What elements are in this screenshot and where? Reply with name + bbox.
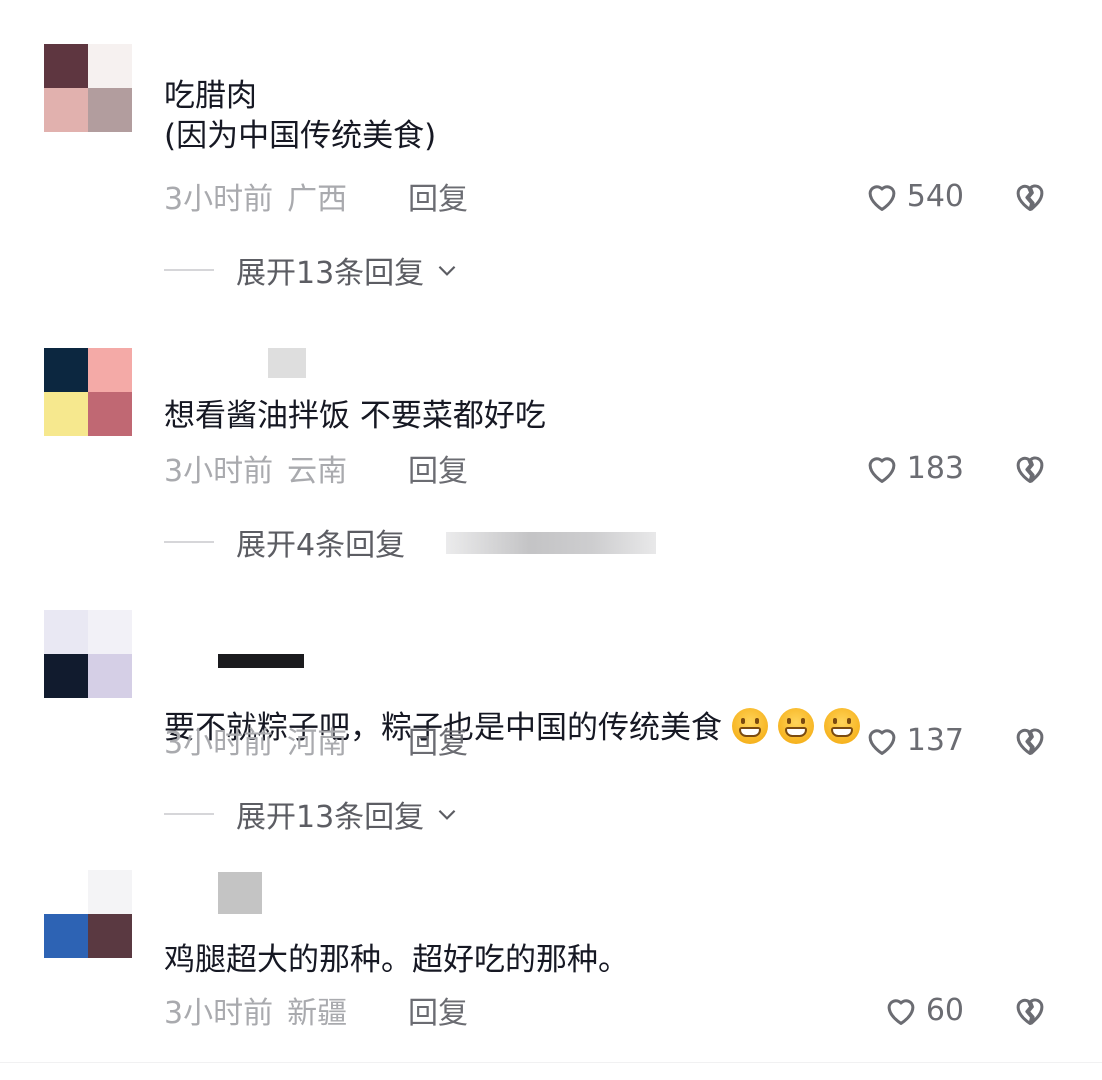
grimace-emoji-icon bbox=[778, 708, 814, 744]
heart-outline-icon bbox=[868, 729, 896, 755]
comment-meta: 3小时前 云南 bbox=[164, 448, 348, 489]
comment-time: 3小时前 bbox=[164, 454, 274, 489]
dislike-button[interactable] bbox=[1010, 990, 1050, 1030]
reply-button[interactable]: 回复 bbox=[408, 448, 468, 489]
like-count: 183 bbox=[906, 450, 964, 486]
grimace-emoji-icon bbox=[732, 708, 768, 744]
expand-label: 展开13条回复 bbox=[236, 800, 425, 835]
reply-button[interactable]: 回复 bbox=[408, 990, 468, 1031]
dislike-button[interactable] bbox=[1010, 176, 1050, 216]
username-redacted bbox=[218, 872, 262, 914]
comment-location: 新疆 bbox=[287, 996, 348, 1031]
comment-location: 河南 bbox=[287, 726, 348, 761]
broken-heart-icon bbox=[1016, 728, 1044, 755]
grimace-emoji-icon bbox=[824, 708, 860, 744]
dislike-button[interactable] bbox=[1010, 720, 1050, 760]
comment-text: 吃腊肉 (因为中国传统美食) bbox=[164, 78, 437, 154]
chevron-down-icon bbox=[438, 809, 456, 820]
comment-location: 广西 bbox=[287, 182, 348, 217]
avatar[interactable] bbox=[44, 870, 132, 958]
comment-time: 3小时前 bbox=[164, 726, 274, 761]
comment-text: 想看酱油拌饭 不要菜都好吃 bbox=[164, 398, 546, 434]
comment-meta: 3小时前 新疆 bbox=[164, 990, 348, 1031]
expand-label: 展开4条回复 bbox=[236, 528, 406, 563]
divider-line bbox=[164, 269, 214, 271]
comment-location: 云南 bbox=[287, 454, 348, 489]
like-button[interactable]: 183 bbox=[863, 448, 964, 488]
comment-time: 3小时前 bbox=[164, 182, 274, 217]
comment-time: 3小时前 bbox=[164, 996, 274, 1031]
heart-outline-icon bbox=[887, 999, 915, 1025]
username-redacted bbox=[218, 654, 304, 668]
broken-heart-icon bbox=[1016, 456, 1044, 483]
expand-label: 展开13条回复 bbox=[236, 256, 425, 291]
like-count: 137 bbox=[906, 722, 964, 758]
redacted-area bbox=[446, 532, 656, 554]
expand-replies[interactable]: 展开4条回复 bbox=[164, 522, 406, 563]
broken-heart-icon bbox=[1016, 184, 1044, 211]
chevron-down-icon bbox=[438, 265, 456, 276]
avatar[interactable] bbox=[44, 44, 132, 132]
comment-meta: 3小时前 广西 bbox=[164, 176, 348, 217]
like-button[interactable]: 137 bbox=[863, 720, 964, 760]
like-button[interactable]: 540 bbox=[863, 176, 964, 216]
comment-text: 鸡腿超大的那种。超好吃的那种。 bbox=[164, 942, 629, 978]
like-button[interactable]: 60 bbox=[882, 990, 964, 1030]
username-redacted bbox=[268, 348, 306, 378]
heart-outline-icon bbox=[868, 185, 896, 211]
divider-line bbox=[164, 813, 214, 815]
avatar[interactable] bbox=[44, 348, 132, 436]
expand-replies[interactable]: 展开13条回复 bbox=[164, 794, 460, 835]
broken-heart-icon bbox=[1016, 998, 1044, 1025]
reply-button[interactable]: 回复 bbox=[408, 720, 468, 761]
dislike-button[interactable] bbox=[1010, 448, 1050, 488]
comment-meta: 3小时前 河南 bbox=[164, 720, 348, 761]
expand-replies[interactable]: 展开13条回复 bbox=[164, 250, 460, 291]
reply-button[interactable]: 回复 bbox=[408, 176, 468, 217]
avatar[interactable] bbox=[44, 610, 132, 698]
divider-line bbox=[164, 541, 214, 543]
like-count: 60 bbox=[925, 992, 964, 1028]
heart-outline-icon bbox=[868, 457, 896, 483]
like-count: 540 bbox=[906, 178, 964, 214]
bottom-divider bbox=[0, 1062, 1102, 1063]
